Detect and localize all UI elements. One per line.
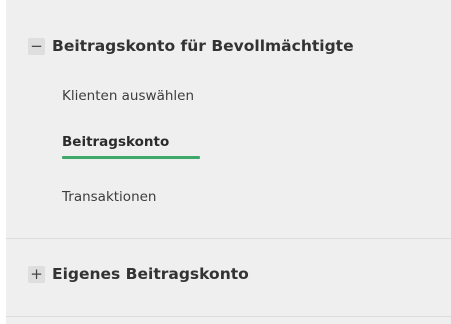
- nav-item-transaktionen[interactable]: Transaktionen: [62, 189, 157, 205]
- section-divider: [6, 238, 451, 239]
- section-header-eigenes-beitragskonto[interactable]: + Eigenes Beitragskonto: [28, 265, 249, 283]
- minus-icon[interactable]: −: [28, 37, 45, 55]
- sidebar-navigation: − Beitragskonto für Bevollmächtigte Klie…: [6, 0, 451, 324]
- section-title[interactable]: Beitragskonto für Bevollmächtigte: [52, 37, 354, 55]
- nav-item-klienten-auswaehlen[interactable]: Klienten auswählen: [62, 88, 194, 104]
- section-header-beitragskonto-bevollmaechtigte[interactable]: − Beitragskonto für Bevollmächtigte: [28, 37, 354, 55]
- nav-item-beitragskonto[interactable]: Beitragskonto: [62, 134, 169, 150]
- active-item-underline: [62, 156, 200, 159]
- section-divider: [6, 316, 451, 317]
- plus-icon[interactable]: +: [28, 265, 45, 283]
- section-title[interactable]: Eigenes Beitragskonto: [52, 265, 249, 283]
